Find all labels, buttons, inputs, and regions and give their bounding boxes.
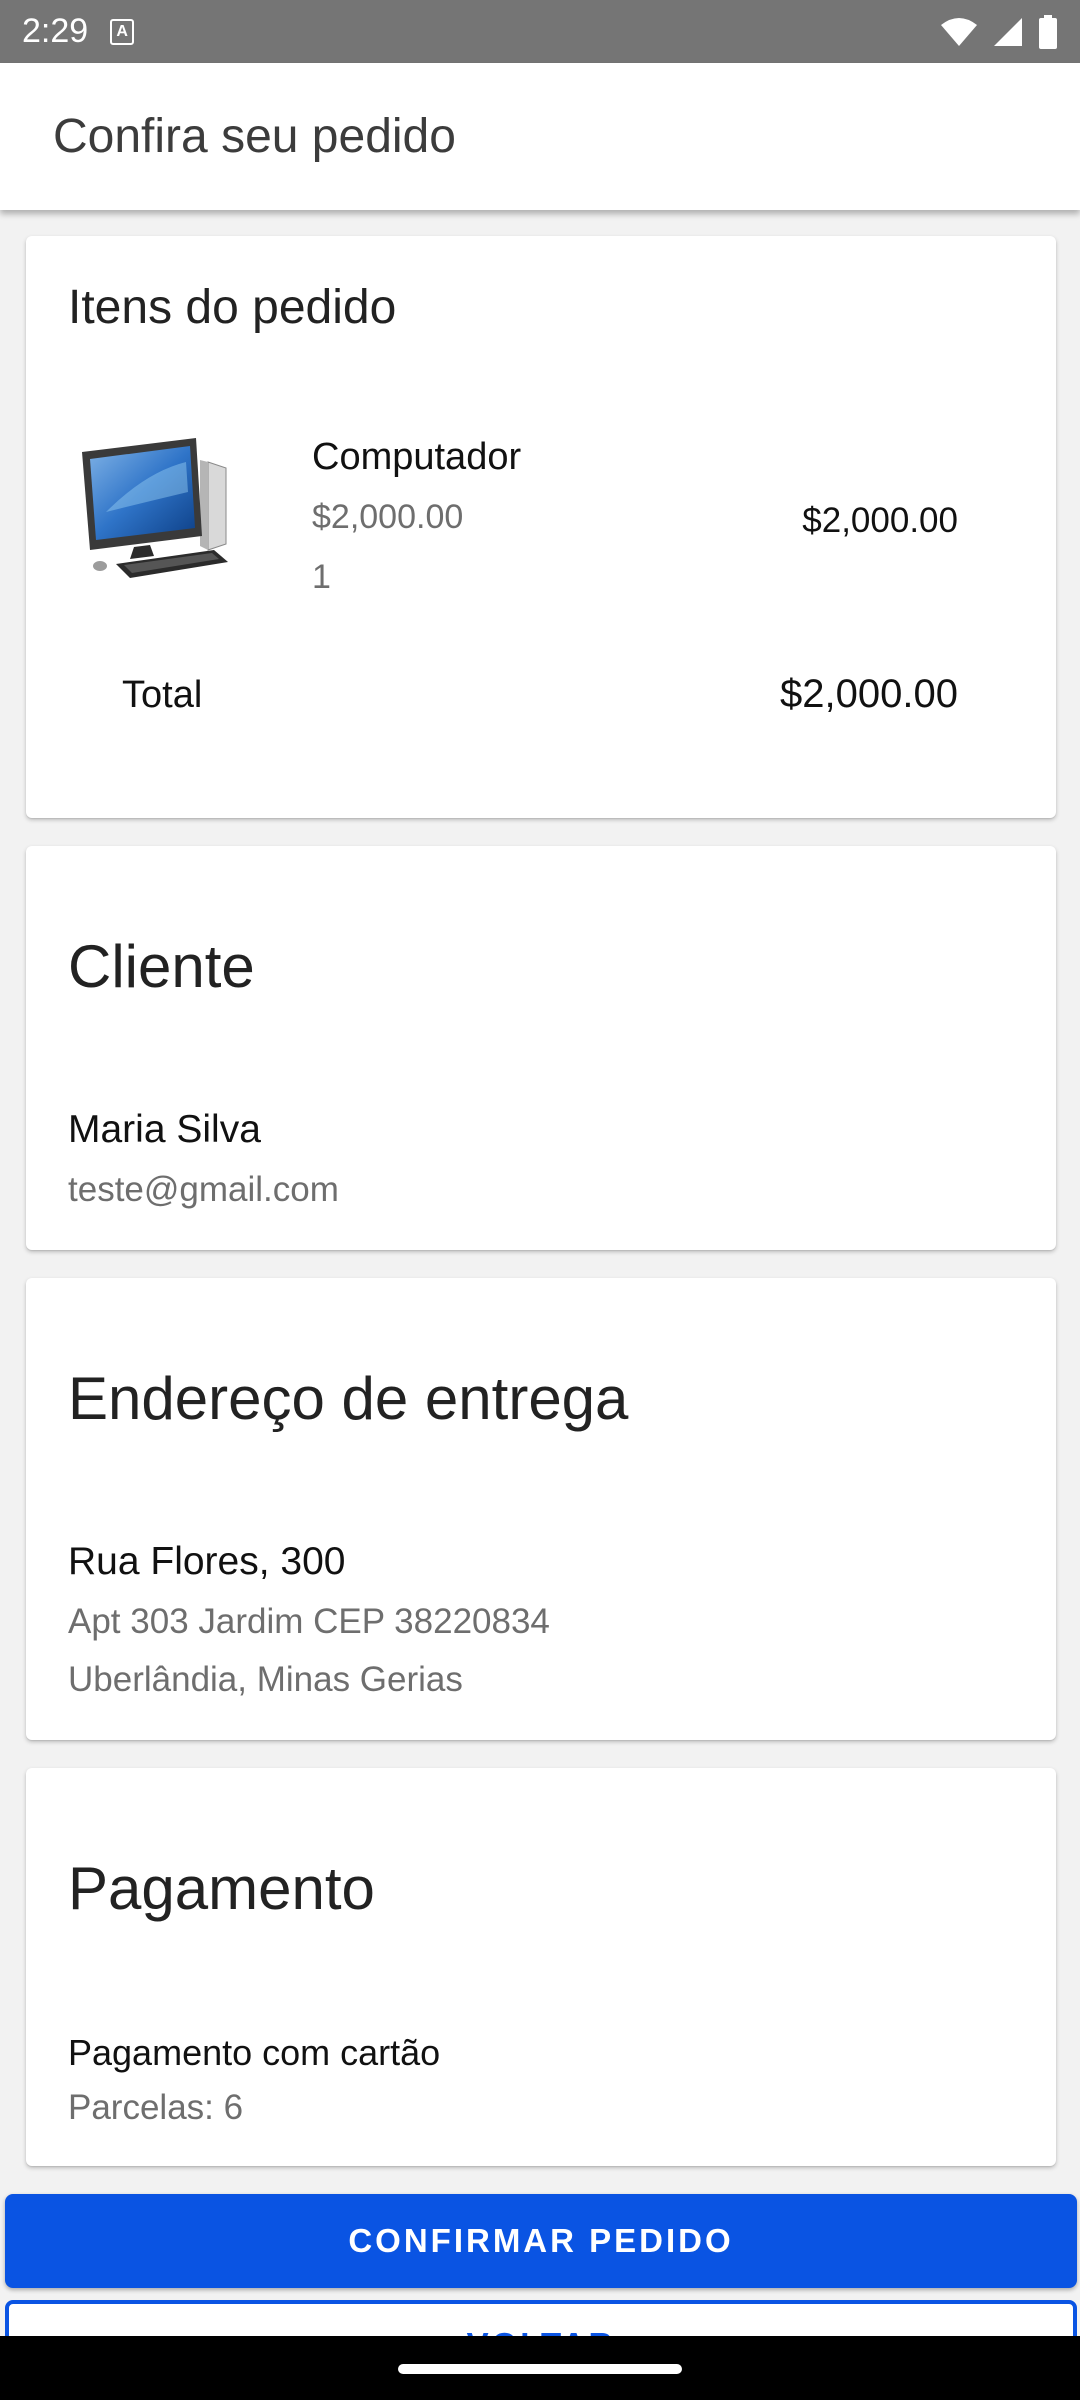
payment-title: Pagamento bbox=[68, 1855, 375, 1922]
client-name: Maria Silva bbox=[68, 1108, 261, 1151]
status-time: 2:29 bbox=[22, 12, 89, 50]
address-complement: Apt 303 Jardim CEP 38220834 bbox=[68, 1602, 550, 1641]
product-name: Computador bbox=[312, 436, 522, 478]
status-bar: 2:29 A bbox=[0, 0, 1080, 63]
status-icons bbox=[940, 14, 1058, 49]
address-street: Rua Flores, 300 bbox=[68, 1540, 346, 1583]
total-label: Total bbox=[122, 674, 203, 716]
wifi-icon bbox=[941, 17, 977, 46]
signal-icon bbox=[994, 17, 1022, 46]
client-card: Cliente Maria Silva teste@gmail.com bbox=[26, 846, 1056, 1250]
battery-icon bbox=[1039, 14, 1057, 49]
navigation-bar bbox=[0, 2336, 1080, 2400]
delivery-address-title: Endereço de entrega bbox=[68, 1365, 629, 1432]
order-items-card: Itens do pedido Computador $2,000.00 1 $… bbox=[26, 236, 1056, 818]
page-title: Confira seu pedido bbox=[53, 110, 456, 163]
total-value: $2,000.00 bbox=[780, 672, 958, 716]
confirm-order-button[interactable]: CONFIRMAR PEDIDO bbox=[5, 2194, 1077, 2288]
payment-card: Pagamento Pagamento com cartão Parcelas:… bbox=[26, 1768, 1056, 2166]
product-quantity: 1 bbox=[312, 558, 331, 596]
payment-method: Pagamento com cartão bbox=[68, 2032, 441, 2073]
computer-image bbox=[82, 438, 228, 578]
product-subtotal: $2,000.00 bbox=[802, 501, 958, 540]
order-items-title: Itens do pedido bbox=[68, 281, 397, 334]
address-city: Uberlândia, Minas Gerias bbox=[68, 1660, 463, 1699]
payment-installments: Parcelas: 6 bbox=[68, 2088, 244, 2127]
app-bar: Confira seu pedido bbox=[0, 63, 1080, 210]
home-handle[interactable] bbox=[398, 2364, 682, 2374]
client-email: teste@gmail.com bbox=[68, 1170, 339, 1209]
client-title: Cliente bbox=[68, 933, 255, 1000]
delivery-address-card: Endereço de entrega Rua Flores, 300 Apt … bbox=[26, 1278, 1056, 1740]
product-unit-price: $2,000.00 bbox=[312, 498, 464, 536]
notification-app-icon: A bbox=[110, 18, 135, 45]
